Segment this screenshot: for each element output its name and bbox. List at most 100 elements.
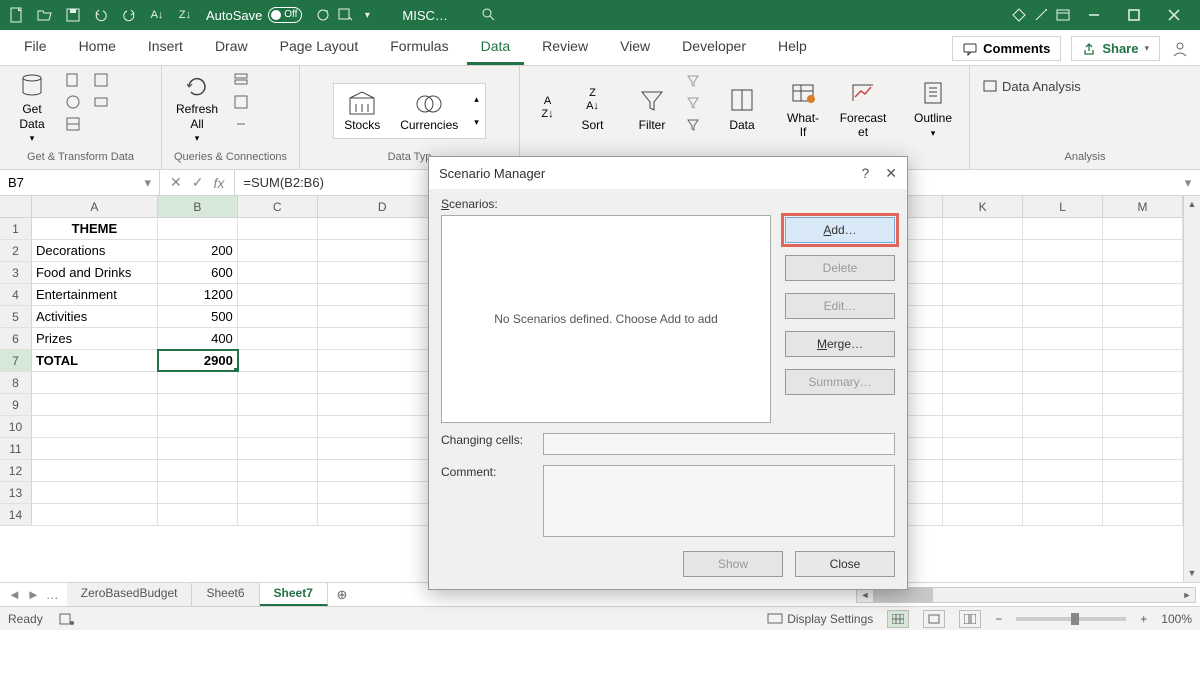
save-dropdown-icon[interactable] — [334, 4, 356, 26]
cell[interactable] — [1023, 306, 1103, 327]
close-button[interactable]: Close — [795, 551, 895, 577]
expand-formula-icon[interactable]: ▾ — [1176, 170, 1200, 195]
cell[interactable]: THEME — [32, 218, 158, 239]
from-web-icon[interactable] — [62, 92, 84, 112]
cell[interactable] — [32, 438, 158, 459]
sort-za-button[interactable]: ZA↓ Sort — [573, 70, 612, 146]
cell[interactable] — [238, 482, 318, 503]
cell[interactable]: 200 — [158, 240, 238, 261]
zoom-slider[interactable] — [1016, 617, 1126, 621]
undo-icon[interactable] — [90, 4, 112, 26]
properties-icon[interactable] — [230, 92, 252, 112]
sheet-tab-zerobudget[interactable]: ZeroBasedBudget — [67, 583, 193, 606]
cell[interactable] — [238, 416, 318, 437]
cell[interactable] — [1103, 416, 1183, 437]
row-header[interactable]: 2 — [0, 240, 32, 261]
qat-dropdown-icon[interactable]: ▾ — [356, 4, 378, 26]
column-header-L[interactable]: L — [1023, 196, 1103, 217]
autosave-toggle[interactable]: AutoSave Off — [206, 7, 302, 23]
search-icon[interactable] — [478, 4, 500, 26]
close-window-button[interactable] — [1154, 0, 1194, 30]
cell[interactable] — [943, 306, 1023, 327]
data-tools-button[interactable]: Data — [718, 70, 766, 146]
user-icon[interactable] — [1170, 39, 1190, 59]
cell[interactable] — [943, 416, 1023, 437]
cell[interactable] — [1103, 350, 1183, 371]
advanced-icon[interactable] — [682, 114, 704, 134]
chevron-down-icon[interactable]: ▾ — [144, 175, 151, 191]
sheets-ellipsis[interactable]: … — [46, 587, 59, 602]
tab-page-layout[interactable]: Page Layout — [266, 30, 373, 65]
tab-developer[interactable]: Developer — [668, 30, 760, 65]
cell[interactable] — [943, 372, 1023, 393]
cell[interactable]: 600 — [158, 262, 238, 283]
scroll-up-icon[interactable]: ▴ — [474, 94, 479, 105]
row-header[interactable]: 9 — [0, 394, 32, 415]
sort-asc-icon[interactable]: A↓ — [146, 4, 168, 26]
cell[interactable] — [158, 218, 238, 239]
row-header[interactable]: 12 — [0, 460, 32, 481]
cell[interactable]: 1200 — [158, 284, 238, 305]
tab-view[interactable]: View — [606, 30, 664, 65]
column-header-B[interactable]: B — [158, 196, 238, 217]
cell[interactable]: TOTAL — [32, 350, 158, 371]
from-table-icon[interactable] — [62, 114, 84, 134]
cell[interactable] — [943, 438, 1023, 459]
cell[interactable]: Food and Drinks — [32, 262, 158, 283]
scroll-down-icon[interactable]: ▼ — [1184, 565, 1200, 582]
cell[interactable] — [943, 504, 1023, 525]
row-header[interactable]: 6 — [0, 328, 32, 349]
sort-desc-icon[interactable]: Z↓ — [174, 4, 196, 26]
tab-help[interactable]: Help — [764, 30, 821, 65]
cell[interactable] — [1023, 262, 1103, 283]
cell[interactable] — [1023, 218, 1103, 239]
outline-button[interactable]: Outline ▾ — [908, 70, 958, 146]
column-header-K[interactable]: K — [943, 196, 1023, 217]
add-button[interactable]: Add… — [785, 217, 895, 243]
reapply-icon[interactable] — [682, 92, 704, 112]
cell[interactable] — [1023, 394, 1103, 415]
row-header[interactable]: 7 — [0, 350, 32, 371]
row-header[interactable]: 11 — [0, 438, 32, 459]
cell[interactable] — [238, 350, 318, 371]
cell[interactable] — [1103, 240, 1183, 261]
wand-icon[interactable] — [1030, 4, 1052, 26]
row-header[interactable]: 8 — [0, 372, 32, 393]
tab-review[interactable]: Review — [528, 30, 602, 65]
cell[interactable] — [1023, 504, 1103, 525]
row-header[interactable]: 5 — [0, 306, 32, 327]
cell[interactable] — [32, 394, 158, 415]
cell[interactable] — [238, 284, 318, 305]
save-icon[interactable] — [62, 4, 84, 26]
currencies-button[interactable]: Currencies — [392, 86, 466, 136]
name-box[interactable]: B7 ▾ — [0, 170, 160, 195]
cell[interactable] — [1023, 482, 1103, 503]
cell[interactable] — [943, 284, 1023, 305]
queries-icon[interactable] — [230, 70, 252, 90]
row-header[interactable]: 13 — [0, 482, 32, 503]
cell[interactable]: Activities — [32, 306, 158, 327]
page-break-view-button[interactable] — [959, 610, 981, 628]
tab-home[interactable]: Home — [65, 30, 130, 65]
normal-view-button[interactable] — [887, 610, 909, 628]
vertical-scrollbar[interactable]: ▲ ▼ — [1183, 196, 1200, 582]
cell[interactable] — [943, 218, 1023, 239]
tab-data[interactable]: Data — [467, 30, 525, 65]
whatif-button[interactable]: What-If — [778, 70, 828, 146]
cell[interactable]: 2900 — [158, 350, 238, 371]
get-data-button[interactable]: Get Data ▾ — [8, 70, 56, 146]
page-layout-view-button[interactable] — [923, 610, 945, 628]
cell[interactable] — [158, 394, 238, 415]
filter-button[interactable]: Filter — [628, 70, 676, 146]
row-header[interactable]: 14 — [0, 504, 32, 525]
cell[interactable] — [1023, 284, 1103, 305]
cancel-formula-icon[interactable]: ✕ — [170, 174, 182, 191]
row-header[interactable]: 4 — [0, 284, 32, 305]
cell[interactable] — [943, 394, 1023, 415]
scroll-down-icon[interactable]: ▾ — [474, 117, 479, 128]
cell[interactable] — [1103, 306, 1183, 327]
clear-icon[interactable] — [682, 70, 704, 90]
cell[interactable] — [1023, 328, 1103, 349]
recent-icon[interactable] — [90, 70, 112, 90]
cell[interactable] — [238, 240, 318, 261]
